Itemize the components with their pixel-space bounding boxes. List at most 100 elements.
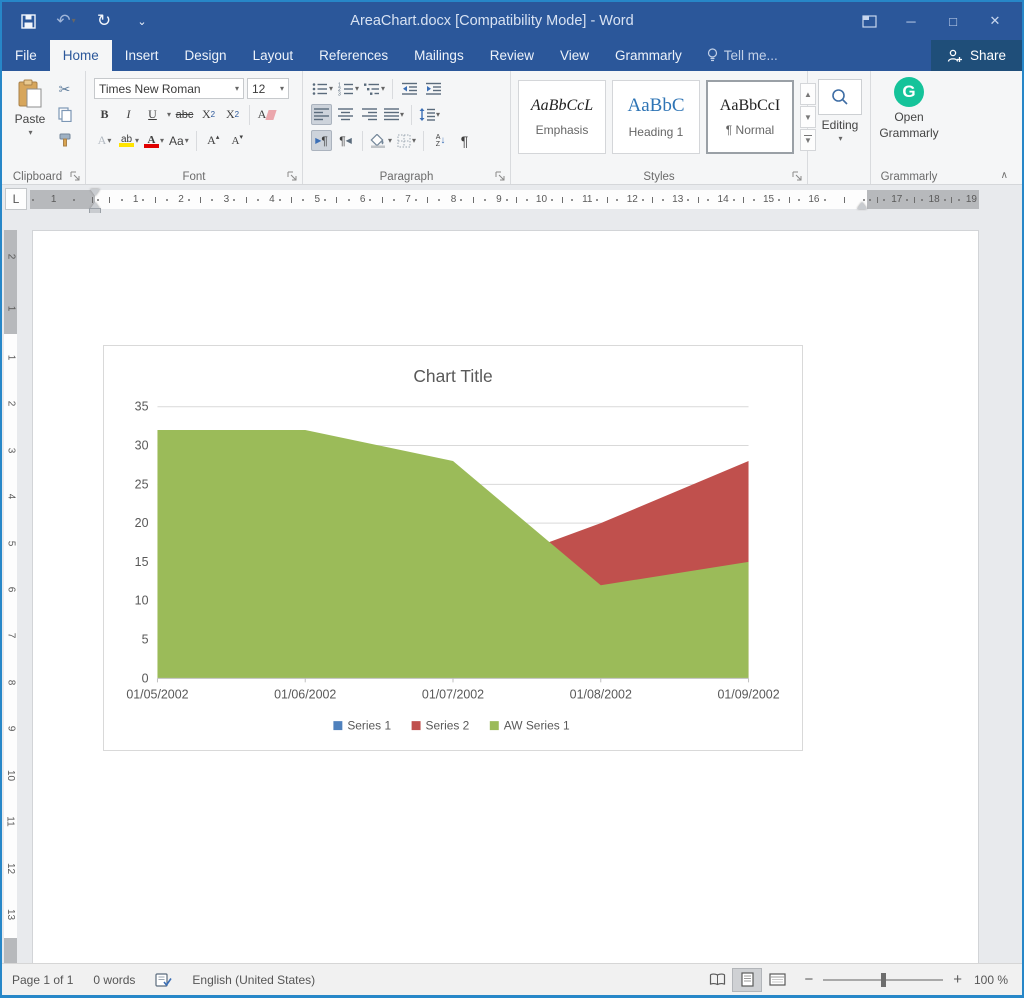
grow-font-button[interactable]: A▴ [203, 130, 224, 151]
tab-home[interactable]: Home [50, 40, 112, 71]
clear-formatting-button[interactable]: A [256, 104, 277, 125]
bullets-dropdown-icon[interactable]: ▾ [329, 85, 333, 93]
zoom-out-button[interactable]: − [802, 971, 815, 988]
style-normal[interactable]: AaBbCcI ¶ Normal [706, 80, 794, 154]
language-indicator[interactable]: English (United States) [182, 973, 325, 987]
word-count[interactable]: 0 words [83, 973, 145, 987]
show-hide-pilcrow-button[interactable]: ¶ [454, 130, 475, 151]
font-name-combo[interactable]: Times New Roman▾ [94, 78, 244, 99]
tab-design[interactable]: Design [172, 40, 240, 71]
horizontal-ruler[interactable]: 1 12345678910111213141516 171819 [30, 190, 979, 209]
save-icon[interactable] [16, 9, 40, 33]
zoom-slider[interactable] [823, 979, 943, 981]
sort-button[interactable]: AZ↓ [430, 130, 451, 151]
collapse-ribbon-icon[interactable]: ∧ [1001, 170, 1008, 181]
style-heading1[interactable]: AaBbC Heading 1 [612, 80, 700, 154]
page-indicator[interactable]: Page 1 of 1 [2, 973, 83, 987]
bullets-button[interactable]: ▾ [311, 78, 334, 99]
editing-button[interactable]: Editing ▾ [816, 79, 864, 143]
undo-dropdown-icon[interactable]: ▾ [72, 17, 76, 25]
read-mode-button[interactable] [702, 968, 732, 992]
align-center-button[interactable] [335, 104, 356, 125]
font-size-combo[interactable]: 12▾ [247, 78, 289, 99]
chart-object[interactable]: Chart Title0510152025303501/05/200201/06… [103, 345, 803, 751]
zoom-slider-handle[interactable] [881, 973, 886, 987]
numbering-dropdown-icon[interactable]: ▾ [355, 85, 359, 93]
copy-icon[interactable] [54, 104, 75, 125]
borders-button[interactable]: ▾ [396, 130, 417, 151]
subscript-button[interactable]: X2 [198, 104, 219, 125]
highlight-button[interactable]: ab▾ [118, 130, 140, 151]
maximize-button[interactable]: □ [936, 8, 970, 34]
tab-mailings[interactable]: Mailings [401, 40, 477, 71]
vertical-ruler[interactable]: 21 12345678910111213 [4, 230, 17, 965]
document-page[interactable]: Chart Title0510152025303501/05/200201/06… [32, 230, 979, 965]
strikethrough-button[interactable]: abc [174, 104, 195, 125]
print-layout-button[interactable] [732, 968, 762, 992]
tab-view[interactable]: View [547, 40, 602, 71]
ruler-mark [642, 199, 644, 201]
styles-dialog-launcher[interactable] [792, 171, 803, 182]
minimize-button[interactable]: ─ [894, 8, 928, 34]
multilevel-dropdown-icon[interactable]: ▾ [381, 85, 385, 93]
open-grammarly-button[interactable]: G Open Grammarly [875, 77, 943, 141]
share-button[interactable]: Share [931, 40, 1022, 71]
ruler-cm-cell: 10 [504, 194, 549, 205]
highlight-dropdown-icon[interactable]: ▾ [135, 137, 139, 145]
format-painter-icon[interactable] [54, 129, 75, 150]
style-emphasis[interactable]: AaBbCcL Emphasis [518, 80, 606, 154]
zoom-level[interactable]: 100 % [964, 973, 1022, 987]
zoom-in-button[interactable]: + [951, 971, 964, 988]
repeat-icon[interactable]: ↻ [92, 9, 116, 33]
font-color-button[interactable]: A▾ [143, 130, 165, 151]
tab-review[interactable]: Review [477, 40, 547, 71]
tab-file[interactable]: File [2, 40, 50, 71]
align-left-button[interactable] [311, 104, 332, 125]
cut-icon[interactable]: ✂ [54, 79, 75, 100]
shading-dropdown-icon[interactable]: ▾ [388, 137, 392, 145]
shading-button[interactable]: ▾ [369, 130, 393, 151]
ribbon-display-options-icon[interactable] [852, 8, 886, 34]
tab-stop-selector[interactable]: L [5, 188, 27, 210]
first-line-indent-marker[interactable] [90, 189, 100, 196]
bold-button[interactable]: B [94, 104, 115, 125]
undo-icon[interactable]: ↶▾ [54, 9, 78, 33]
font-color-dropdown-icon[interactable]: ▾ [160, 137, 164, 145]
underline-button[interactable]: U [142, 104, 163, 125]
hanging-indent-marker[interactable] [90, 202, 100, 209]
paste-dropdown-icon[interactable]: ▾ [28, 129, 32, 137]
underline-dropdown-icon[interactable]: ▾ [167, 111, 171, 119]
align-right-button[interactable] [359, 104, 380, 125]
italic-button[interactable]: I [118, 104, 139, 125]
tab-insert[interactable]: Insert [112, 40, 172, 71]
tab-layout[interactable]: Layout [240, 40, 307, 71]
numbering-button[interactable]: 123 ▾ [337, 78, 360, 99]
paste-button[interactable]: Paste ▾ [10, 79, 50, 137]
proofing-status-icon[interactable] [145, 973, 182, 987]
web-layout-button[interactable] [762, 968, 792, 992]
justify-button[interactable]: ▾ [383, 104, 405, 125]
line-spacing-button[interactable]: ▾ [418, 104, 441, 125]
text-effects-button[interactable]: A▾ [94, 130, 115, 151]
tab-references[interactable]: References [306, 40, 401, 71]
font-dialog-launcher[interactable] [287, 171, 298, 182]
close-button[interactable]: ✕ [978, 8, 1012, 34]
change-case-button[interactable]: Aa▾ [168, 130, 190, 151]
editing-dropdown-icon[interactable]: ▾ [838, 135, 842, 143]
multilevel-list-button[interactable]: ▾ [363, 78, 386, 99]
line-spacing-dropdown-icon[interactable]: ▾ [436, 111, 440, 119]
clipboard-dialog-launcher[interactable] [70, 171, 81, 182]
rtl-direction-button[interactable]: ¶◀ [335, 130, 356, 151]
decrease-indent-button[interactable] [399, 78, 420, 99]
font-name-value: Times New Roman [99, 82, 201, 96]
tab-grammarly[interactable]: Grammarly [602, 40, 695, 71]
right-indent-marker[interactable] [857, 202, 867, 209]
shrink-font-button[interactable]: A▾ [227, 130, 248, 151]
customize-qat-icon[interactable]: ⌄ [130, 9, 154, 33]
tell-me-box[interactable]: Tell me... [695, 40, 790, 71]
paragraph-dialog-launcher[interactable] [495, 171, 506, 182]
ltr-direction-button[interactable]: ▶¶ [311, 130, 332, 151]
increase-indent-button[interactable] [423, 78, 444, 99]
borders-dropdown-icon[interactable]: ▾ [412, 137, 416, 145]
superscript-button[interactable]: X2 [222, 104, 243, 125]
